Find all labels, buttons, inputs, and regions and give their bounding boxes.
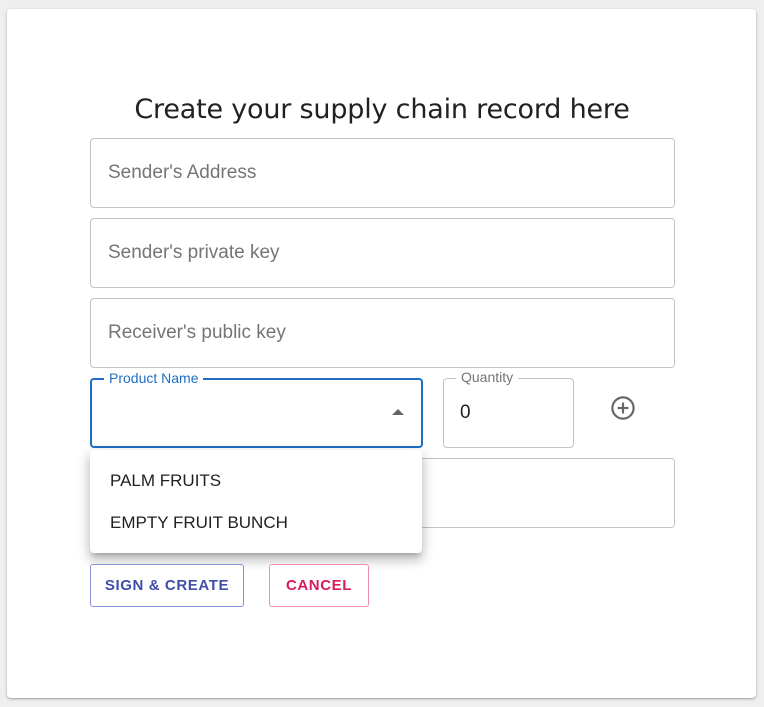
product-name-select[interactable]: Product Name [90, 370, 423, 448]
cancel-label: CANCEL [285, 577, 353, 594]
product-menu: PALM FRUITS EMPTY FRUIT BUNCH [90, 450, 422, 553]
sign-create-label: SIGN & CREATE [104, 577, 230, 594]
receiver-public-key-placeholder: Receiver's public key [108, 322, 286, 343]
page-title: Create your supply chain record here [134, 94, 630, 125]
add-circle-outline-icon [611, 396, 635, 420]
arrow-drop-up-icon[interactable] [392, 409, 404, 415]
product-name-label: Product Name [104, 370, 204, 386]
sender-address-placeholder: Sender's Address [108, 162, 257, 183]
menu-item-label: PALM FRUITS [110, 471, 222, 490]
add-product-button[interactable] [604, 389, 642, 427]
menu-item-palm-fruits[interactable]: PALM FRUITS [90, 461, 422, 501]
quantity-field[interactable]: Quantity 0 [443, 369, 574, 448]
sender-private-key-field[interactable]: Sender's private key [90, 218, 675, 288]
receiver-public-key-field[interactable]: Receiver's public key [90, 298, 675, 368]
quantity-value: 0 [460, 402, 471, 423]
cancel-button[interactable]: CANCEL [269, 564, 369, 607]
menu-item-empty-fruit-bunch[interactable]: EMPTY FRUIT BUNCH [90, 503, 422, 543]
sign-create-button[interactable]: SIGN & CREATE [90, 564, 244, 607]
menu-item-label: EMPTY FRUIT BUNCH [110, 513, 288, 532]
quantity-label: Quantity [456, 369, 519, 385]
sender-private-key-placeholder: Sender's private key [108, 242, 280, 263]
sender-address-field[interactable]: Sender's Address [90, 138, 675, 208]
